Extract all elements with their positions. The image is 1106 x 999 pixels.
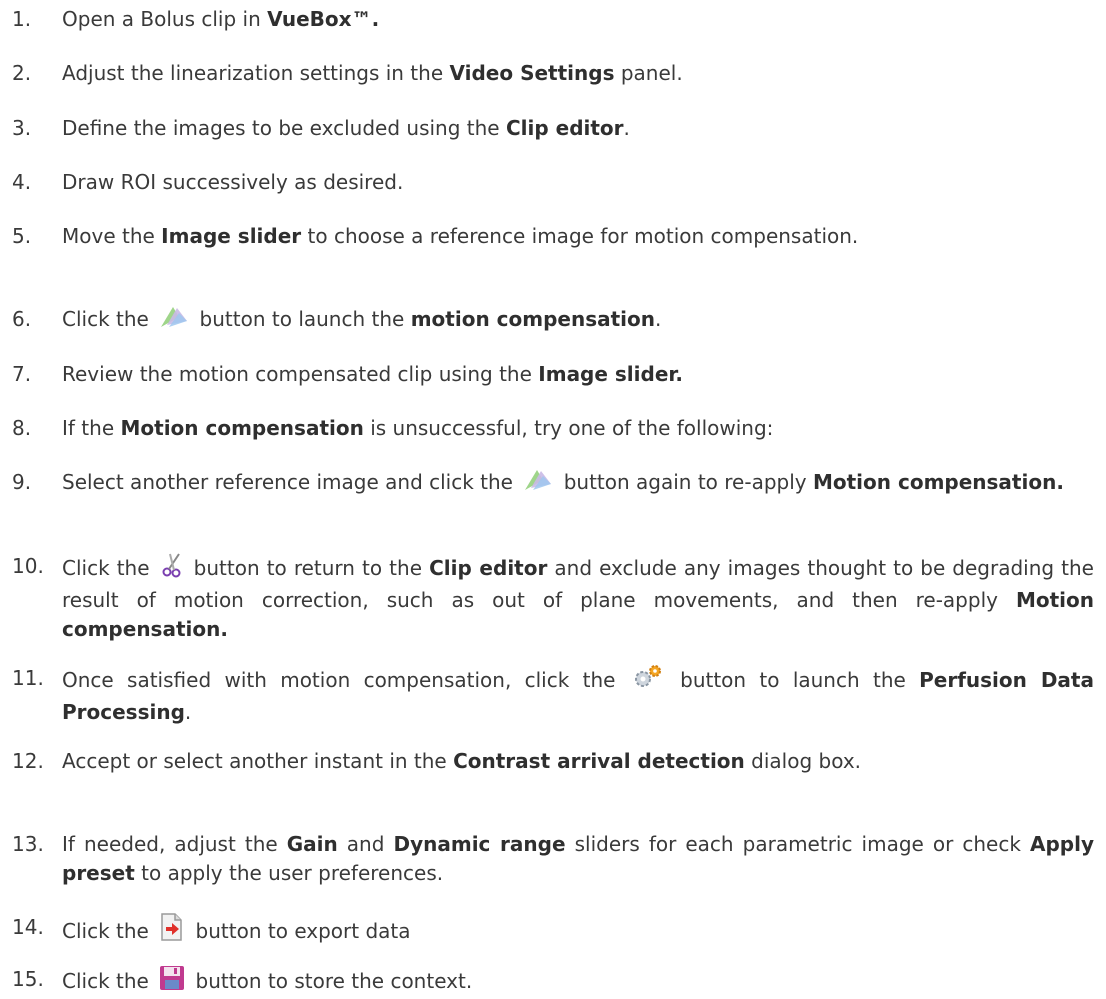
step-number: 10. — [12, 554, 44, 578]
step-number: 6. — [12, 307, 32, 331]
step-number: 2. — [12, 61, 32, 85]
step-number: 5. — [12, 224, 32, 248]
step-number: 15. — [12, 967, 44, 991]
motion-compensation-icon[interactable] — [159, 305, 189, 337]
step-number: 3. — [12, 116, 32, 140]
instruction-steps: 1. Open a Bolus clip in VueBox™. 2. Adju… — [0, 0, 1106, 998]
clip-editor-icon[interactable] — [161, 552, 183, 586]
export-data-icon[interactable] — [159, 913, 185, 949]
step-number: 4. — [12, 170, 32, 194]
step-number: 7. — [12, 362, 32, 386]
step-number: 12. — [12, 749, 44, 773]
step-number: 14. — [12, 915, 44, 939]
step-number: 13. — [12, 832, 44, 856]
step-number: 9. — [12, 470, 32, 494]
step-number: 8. — [12, 416, 32, 440]
step-number: 11. — [12, 666, 44, 690]
perfusion-processing-icon[interactable] — [633, 664, 663, 698]
save-context-icon[interactable] — [159, 965, 185, 999]
motion-compensation-icon[interactable] — [523, 468, 553, 500]
step-number: 1. — [12, 7, 32, 31]
